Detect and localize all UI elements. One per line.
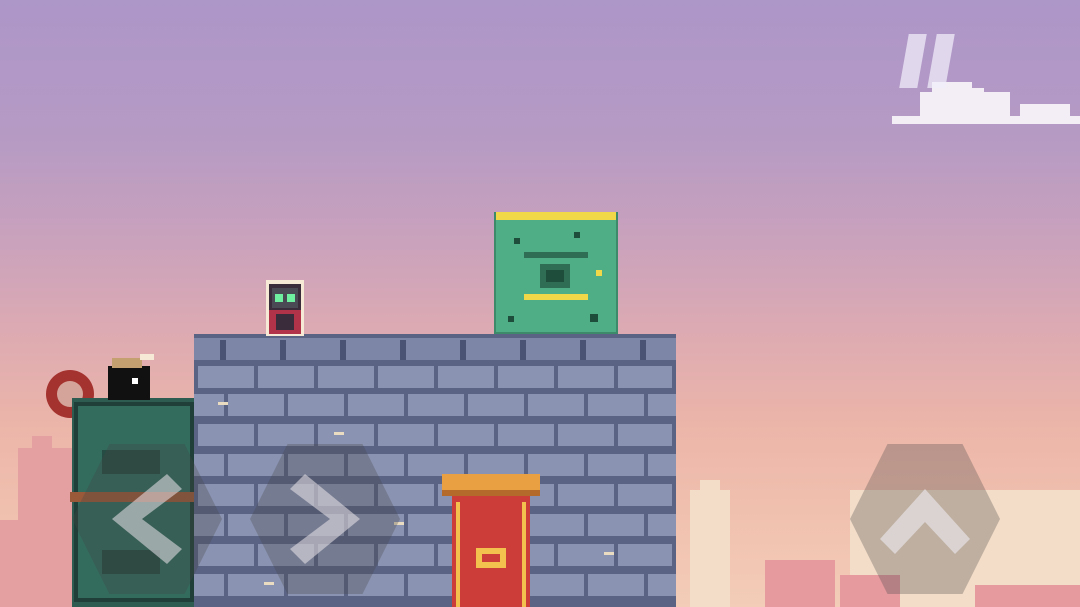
stone-wall: [194, 334, 676, 607]
pause-button[interactable]: [898, 34, 960, 88]
pause-icon-bar: [927, 34, 955, 88]
green-block: [494, 212, 618, 334]
player-character: [266, 280, 304, 336]
cloud: [892, 82, 1080, 124]
pause-icon: [899, 34, 927, 88]
bomb-enemy: [108, 354, 154, 400]
exit-door: [442, 474, 540, 607]
